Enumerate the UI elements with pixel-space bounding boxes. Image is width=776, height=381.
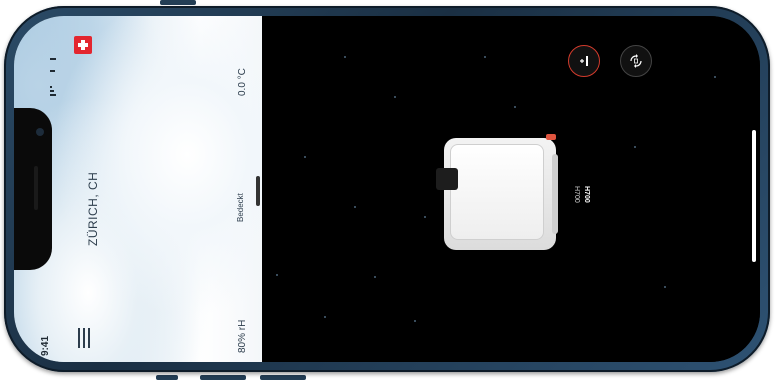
phone-side-button	[260, 375, 306, 380]
humidity-value: 80% rH	[237, 319, 248, 353]
signal-icon	[50, 86, 52, 88]
star-speck	[664, 286, 666, 288]
phone-frame: 9:41 ZÜRICH, CH Bedeckt 0.0 °C 80% rH H7…	[4, 6, 770, 372]
camera-icon	[36, 128, 44, 136]
device-model-name: H700	[583, 186, 590, 203]
star-speck	[514, 106, 516, 108]
home-indicator[interactable]	[752, 130, 756, 262]
app-screenshot: 9:41 ZÜRICH, CH Bedeckt 0.0 °C 80% rH H7…	[0, 0, 776, 381]
star-speck	[276, 274, 278, 276]
status-time: 9:41	[40, 335, 51, 356]
signal-icon	[50, 94, 56, 96]
menu-line	[78, 328, 80, 348]
temperature-value: 0.0 °C	[237, 68, 248, 96]
star-speck	[484, 56, 486, 58]
sync-icon	[630, 54, 642, 68]
device-tab	[436, 168, 458, 190]
phone-side-button	[156, 375, 178, 380]
hamburger-menu-icon[interactable]	[78, 328, 92, 348]
star-speck	[424, 216, 426, 218]
menu-line	[83, 328, 85, 348]
star-speck	[394, 96, 396, 98]
panel-drag-handle[interactable]	[256, 176, 260, 206]
speaker-grille	[34, 166, 38, 210]
star-speck	[414, 320, 416, 322]
star-speck	[374, 276, 376, 278]
menu-line	[88, 328, 90, 348]
camera-notch	[14, 108, 52, 270]
star-speck	[304, 156, 306, 158]
add-device-icon	[580, 56, 588, 66]
device-knob	[546, 134, 556, 140]
location-label: ZÜRICH, CH	[86, 171, 100, 246]
status-bar-icons	[50, 56, 60, 108]
signal-icon	[50, 90, 54, 92]
star-speck	[324, 316, 326, 318]
phone-volume-button	[160, 0, 196, 5]
star-speck	[354, 206, 356, 208]
sync-button[interactable]	[620, 45, 652, 77]
device-model-label: H700	[573, 186, 580, 203]
device-image[interactable]	[434, 134, 562, 252]
wifi-icon	[50, 70, 55, 72]
swiss-flag-icon	[74, 36, 92, 54]
star-speck	[714, 76, 716, 78]
battery-icon	[50, 58, 56, 60]
phone-bezel: 9:41 ZÜRICH, CH Bedeckt 0.0 °C 80% rH H7…	[14, 16, 760, 362]
phone-side-button	[200, 375, 246, 380]
weather-condition: Bedeckt	[236, 193, 245, 222]
add-device-button[interactable]	[568, 45, 600, 77]
device-side	[552, 154, 558, 234]
star-speck	[634, 146, 636, 148]
star-speck	[344, 56, 346, 58]
screen: 9:41 ZÜRICH, CH Bedeckt 0.0 °C 80% rH H7…	[14, 16, 760, 362]
device-face	[450, 144, 544, 240]
